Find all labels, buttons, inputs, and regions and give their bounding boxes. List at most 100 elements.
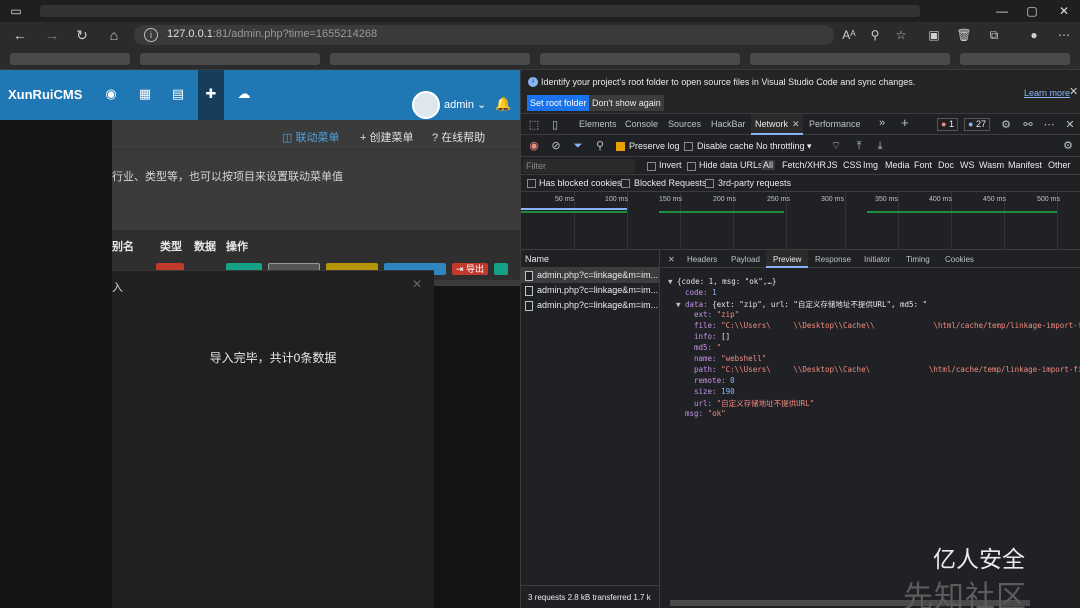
type-filter-js[interactable]: JS <box>827 160 838 170</box>
tab-cookies[interactable]: Cookies <box>945 255 974 264</box>
type-filter-manifest[interactable]: Manifest <box>1008 160 1042 170</box>
name-column-header[interactable]: Name <box>521 250 660 268</box>
device-icon[interactable]: ▯ <box>548 118 562 132</box>
tab-performance[interactable]: Performance <box>809 119 861 129</box>
type-filter-wasm[interactable]: Wasm <box>979 160 1004 170</box>
download-icon[interactable]: ⤓ <box>873 139 887 153</box>
set-root-folder-button[interactable]: Set root folder <box>527 95 590 111</box>
request-row[interactable]: admin.php?c=linkage&m=im... <box>521 283 660 298</box>
favorite-icon[interactable]: ☆ <box>892 26 910 44</box>
more-tabs-icon[interactable]: » <box>879 117 885 129</box>
json-data-node[interactable]: ▼ data: {ext: "zip", url: "自定义存储地址不提供URL… <box>676 299 927 310</box>
close-icon[interactable]: ✕ <box>792 119 800 130</box>
url-field[interactable]: i 127.0.0.1:81/admin.php?time=1655214268 <box>134 25 834 45</box>
action-button[interactable] <box>494 263 508 275</box>
network-settings-icon[interactable]: ⚙ <box>1061 139 1075 153</box>
type-filter-all[interactable]: All <box>761 160 776 170</box>
tab-response[interactable]: Response <box>815 255 851 264</box>
create-menu-link[interactable]: + 创建菜单 <box>360 129 413 145</box>
record-icon[interactable]: ◉ <box>527 139 541 153</box>
hide-data-urls-checkbox[interactable] <box>687 162 696 171</box>
tab-headers[interactable]: Headers <box>687 255 717 264</box>
tab-preview[interactable]: Preview <box>773 255 801 264</box>
tab-payload[interactable]: Payload <box>731 255 760 264</box>
type-filter-img[interactable]: Img <box>863 160 878 170</box>
settings-icon[interactable]: ⚙ <box>999 118 1013 132</box>
request-row[interactable]: admin.php?c=linkage&m=im... <box>521 268 660 283</box>
type-filter-doc[interactable]: Doc <box>938 160 954 170</box>
blocked-requests-checkbox[interactable] <box>621 179 630 188</box>
restore-icon[interactable]: ▢ <box>1020 2 1044 20</box>
blocked-cookies-checkbox[interactable] <box>527 179 536 188</box>
disable-cache-checkbox[interactable] <box>684 142 693 151</box>
close-icon[interactable]: ✕ <box>1069 85 1078 98</box>
trash-icon[interactable]: 🗑 <box>955 26 973 44</box>
brand-logo[interactable]: XunRuiCMS <box>8 87 82 102</box>
filter-input[interactable]: Filter <box>523 159 635 173</box>
tab-hackbar[interactable]: HackBar <box>711 119 746 129</box>
type-filter-media[interactable]: Media <box>885 160 910 170</box>
reload-icon[interactable]: ↻ <box>72 26 92 44</box>
type-filter-font[interactable]: Font <box>914 160 932 170</box>
wifi-icon[interactable]: ⌔ <box>829 139 843 153</box>
cms-page: XunRuiCMS ◉ ▦ ▤ ✚ ☁ admin ⌄ 🔔 ◫ 联动菜单 + 创… <box>0 70 520 608</box>
profile-icon[interactable]: ● <box>1025 26 1043 44</box>
timeline-tick: 350 ms <box>875 196 898 203</box>
extension-icon[interactable]: ▣ <box>925 26 943 44</box>
upload-icon[interactable]: ⤒ <box>852 139 866 153</box>
avatar[interactable] <box>412 91 440 119</box>
puzzle-icon[interactable]: ✚ <box>203 86 219 102</box>
forward-icon[interactable]: → <box>42 26 62 44</box>
export-button[interactable]: ⇥ 导出 <box>452 263 488 275</box>
tab-actions-icon[interactable]: ▭ <box>4 2 28 20</box>
add-tab-icon[interactable]: + <box>901 115 909 130</box>
third-party-checkbox[interactable] <box>705 179 714 188</box>
customize-icon[interactable]: ⚯ <box>1021 118 1035 132</box>
extensions-puzzle-icon[interactable]: ⧉ <box>985 26 1003 44</box>
read-aloud-icon[interactable]: Aᴬ <box>840 26 858 44</box>
more-icon[interactable]: ⋯ <box>1042 118 1056 132</box>
bell-icon[interactable]: 🔔 <box>495 96 511 112</box>
tab-timing[interactable]: Timing <box>906 255 930 264</box>
tab-sources[interactable]: Sources <box>668 119 701 129</box>
site-info-icon[interactable]: i <box>144 28 158 42</box>
inspect-icon[interactable]: ⬚ <box>527 118 541 132</box>
minimize-icon[interactable]: — <box>990 2 1014 20</box>
user-menu[interactable]: admin ⌄ <box>444 98 486 111</box>
tab-elements[interactable]: Elements <box>579 119 617 129</box>
close-devtools-icon[interactable]: ✕ <box>1063 118 1077 132</box>
error-badge[interactable]: ● 1 <box>937 118 958 131</box>
cloud-icon[interactable]: ☁ <box>236 86 252 102</box>
invert-checkbox[interactable] <box>647 162 656 171</box>
online-help-link[interactable]: ? 在线帮助 <box>432 129 485 145</box>
issue-badge[interactable]: ● 27 <box>964 118 990 131</box>
clear-icon[interactable]: ⊘ <box>549 139 563 153</box>
timeline-bar <box>659 211 784 213</box>
filter-icon[interactable]: ⏷ <box>571 139 585 153</box>
html-icon[interactable]: ▤ <box>170 86 186 102</box>
learn-more-link[interactable]: Learn more <box>1024 88 1070 98</box>
linkage-menu-link[interactable]: ◫ 联动菜单 <box>282 129 339 145</box>
tab-initiator[interactable]: Initiator <box>864 255 890 264</box>
preserve-log-checkbox[interactable] <box>616 142 625 151</box>
type-filter-css[interactable]: CSS <box>843 160 862 170</box>
close-icon[interactable]: ✕ <box>668 255 675 264</box>
more-icon[interactable]: ⋯ <box>1055 26 1073 44</box>
request-row[interactable]: admin.php?c=linkage&m=im... <box>521 298 660 313</box>
close-icon[interactable]: ✕ <box>412 277 422 291</box>
close-window-icon[interactable]: ✕ <box>1052 2 1076 20</box>
ext-icon[interactable]: ⚲ <box>866 26 884 44</box>
type-filter-other[interactable]: Other <box>1048 160 1071 170</box>
json-root[interactable]: ▼ {code: 1, msg: "ok",…} <box>668 277 776 286</box>
search-icon[interactable]: ⚲ <box>593 139 607 153</box>
dont-show-again-button[interactable]: Don't show again <box>589 95 664 111</box>
tab-console[interactable]: Console <box>625 119 658 129</box>
back-icon[interactable]: ← <box>10 26 30 44</box>
home-icon[interactable]: ⌂ <box>104 26 124 44</box>
type-filter-ws[interactable]: WS <box>960 160 975 170</box>
grid-icon[interactable]: ▦ <box>137 86 153 102</box>
type-filter-xhr[interactable]: Fetch/XHR <box>782 160 826 170</box>
user-icon[interactable]: ◉ <box>103 86 119 102</box>
throttling-select[interactable]: No throttling ▾ <box>756 141 812 152</box>
tab-network[interactable]: Network <box>755 119 788 129</box>
